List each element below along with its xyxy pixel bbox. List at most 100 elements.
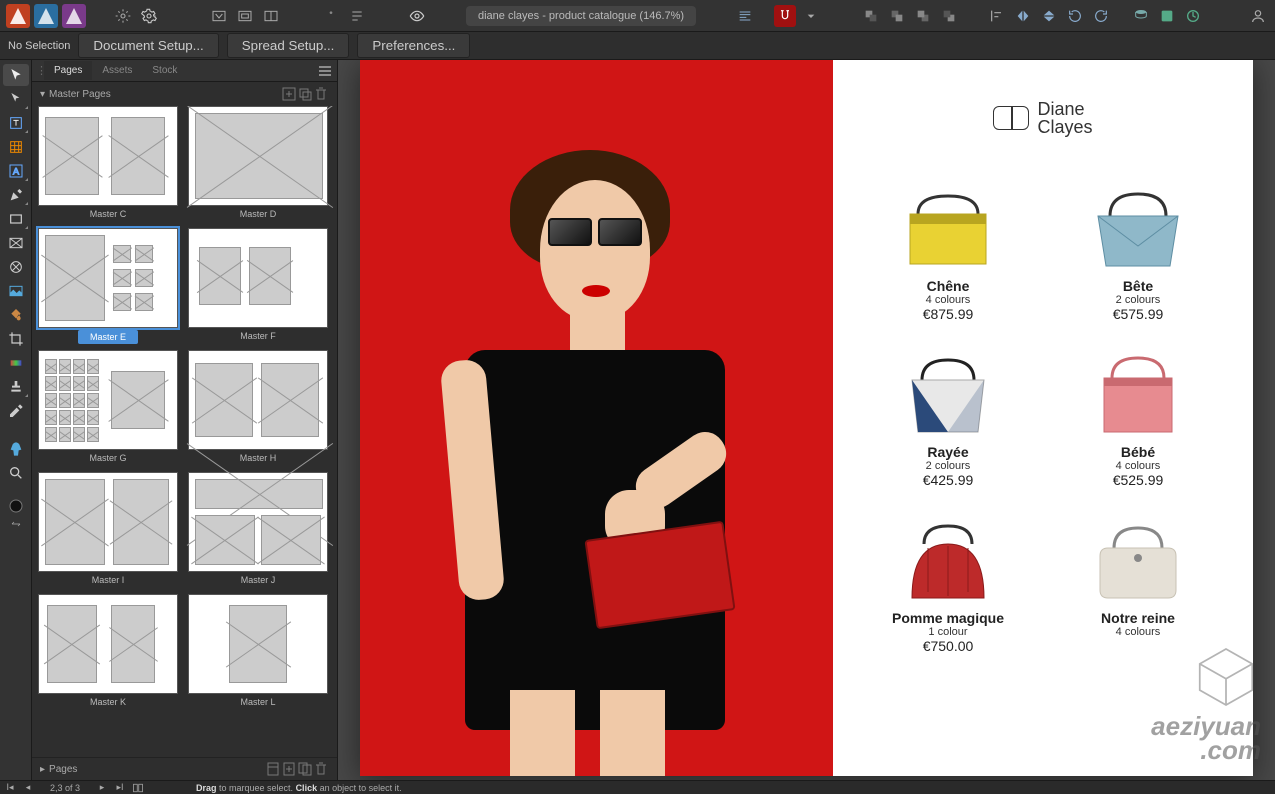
vector-crop-tool-icon[interactable] bbox=[3, 328, 29, 350]
master-thumbnail[interactable] bbox=[188, 472, 328, 572]
color-picker-tool-icon[interactable] bbox=[3, 400, 29, 422]
account-icon[interactable] bbox=[1247, 5, 1269, 27]
document-setup-button[interactable]: Document Setup... bbox=[78, 33, 218, 58]
page-left[interactable] bbox=[360, 60, 833, 776]
transparency-tool-icon[interactable] bbox=[3, 352, 29, 374]
rotate-ccw-icon[interactable] bbox=[1064, 5, 1086, 27]
tab-stock[interactable]: Stock bbox=[142, 61, 187, 80]
product-item: Rayée 2 colours €425.99 bbox=[863, 332, 1033, 488]
move-tool-icon[interactable] bbox=[3, 64, 29, 86]
delete-page-icon[interactable] bbox=[313, 761, 329, 777]
pages-section-footer[interactable]: ▸ Pages bbox=[32, 757, 337, 780]
table-tool-icon[interactable] bbox=[3, 136, 29, 158]
master-page-item[interactable]: Master E bbox=[38, 228, 178, 344]
preferences-button[interactable]: Preferences... bbox=[357, 33, 470, 58]
product-colours: 1 colour bbox=[863, 626, 1033, 638]
affinity-publisher-icon[interactable] bbox=[6, 4, 30, 28]
master-page-item[interactable]: Master F bbox=[188, 228, 328, 344]
preview-mode-icon[interactable] bbox=[406, 5, 428, 27]
arrange-front-icon[interactable] bbox=[938, 5, 960, 27]
add-page-icon[interactable] bbox=[281, 761, 297, 777]
align-left-icon[interactable] bbox=[986, 5, 1008, 27]
sync-icon[interactable] bbox=[1182, 5, 1204, 27]
spread-view-icon[interactable] bbox=[132, 782, 144, 794]
add-master-icon[interactable] bbox=[281, 86, 297, 102]
master-page-item[interactable]: Master L bbox=[188, 594, 328, 710]
paragraph-panel-icon[interactable] bbox=[734, 5, 756, 27]
picture-frame-rect-tool-icon[interactable] bbox=[3, 232, 29, 254]
panel-menu-icon[interactable] bbox=[317, 63, 333, 79]
master-pages-header[interactable]: ▾ Master Pages bbox=[32, 82, 337, 106]
status-bar: I◂ ◂ 2,3 of 3 ▸ ▸I Drag to marquee selec… bbox=[0, 780, 1275, 794]
first-page-icon[interactable]: I◂ bbox=[4, 782, 16, 794]
master-page-item[interactable]: Master H bbox=[188, 350, 328, 466]
fill-tool-icon[interactable] bbox=[3, 304, 29, 326]
prev-page-icon[interactable]: ◂ bbox=[22, 782, 34, 794]
affinity-photo-icon[interactable] bbox=[62, 4, 86, 28]
duplicate-page-icon[interactable] bbox=[297, 761, 313, 777]
arrange-back-icon[interactable] bbox=[860, 5, 882, 27]
last-page-icon[interactable]: ▸I bbox=[114, 782, 126, 794]
snapping-options-icon[interactable] bbox=[800, 5, 822, 27]
node-tool-icon[interactable] bbox=[3, 88, 29, 110]
tab-assets[interactable]: Assets bbox=[92, 61, 142, 80]
stamp-tool-icon[interactable] bbox=[3, 376, 29, 398]
resource-manager-icon[interactable] bbox=[1130, 5, 1152, 27]
master-thumbnail[interactable] bbox=[188, 106, 328, 206]
master-page-item[interactable]: Master I bbox=[38, 472, 178, 588]
place-image-tool-icon[interactable] bbox=[3, 280, 29, 302]
baseline-grid-icon[interactable] bbox=[320, 5, 342, 27]
flip-horizontal-icon[interactable] bbox=[1012, 5, 1034, 27]
rotate-cw-icon[interactable] bbox=[1090, 5, 1112, 27]
flip-vertical-icon[interactable] bbox=[1038, 5, 1060, 27]
picture-frame-ellipse-tool-icon[interactable] bbox=[3, 256, 29, 278]
page-right[interactable]: Diane Clayes Chêne 4 colours €875.99 Bêt… bbox=[833, 60, 1253, 776]
text-frame-tool-icon[interactable] bbox=[3, 112, 29, 134]
canvas[interactable]: Diane Clayes Chêne 4 colours €875.99 Bêt… bbox=[338, 60, 1275, 780]
master-thumbnail[interactable] bbox=[188, 228, 328, 328]
preferences-icon[interactable] bbox=[112, 5, 134, 27]
pen-tool-icon[interactable] bbox=[3, 184, 29, 206]
settings-icon[interactable] bbox=[138, 5, 160, 27]
duplicate-master-icon[interactable] bbox=[297, 86, 313, 102]
document-title[interactable]: diane clayes - product catalogue (146.7%… bbox=[466, 6, 696, 26]
delete-master-icon[interactable] bbox=[313, 86, 329, 102]
arrange-forward-icon[interactable] bbox=[912, 5, 934, 27]
rectangle-tool-icon[interactable] bbox=[3, 208, 29, 230]
swatch-fill-icon[interactable] bbox=[3, 496, 29, 516]
zoom-tool-icon[interactable] bbox=[3, 462, 29, 484]
bag-icon bbox=[888, 498, 1008, 608]
master-page-item[interactable]: Master C bbox=[38, 106, 178, 222]
arrange-backward-icon[interactable] bbox=[886, 5, 908, 27]
snapping-toggle-icon[interactable] bbox=[774, 5, 796, 27]
swatch-swap-icon[interactable] bbox=[3, 518, 29, 530]
master-thumbnail[interactable] bbox=[188, 594, 328, 694]
find-in-preflight-icon[interactable] bbox=[265, 761, 281, 777]
master-page-item[interactable]: Master G bbox=[38, 350, 178, 466]
master-page-item[interactable]: Master D bbox=[188, 106, 328, 222]
spread-setup-button[interactable]: Spread Setup... bbox=[227, 33, 350, 58]
master-thumbnail[interactable] bbox=[188, 350, 328, 450]
view-mode-normal-icon[interactable] bbox=[208, 5, 230, 27]
preflight-icon[interactable] bbox=[1156, 5, 1178, 27]
master-thumbnail[interactable] bbox=[38, 472, 178, 572]
next-page-icon[interactable]: ▸ bbox=[96, 782, 108, 794]
view-mode-split-icon[interactable] bbox=[260, 5, 282, 27]
master-thumbnail[interactable] bbox=[38, 350, 178, 450]
artistic-text-tool-icon[interactable]: A bbox=[3, 160, 29, 182]
master-page-item[interactable]: Master J bbox=[188, 472, 328, 588]
text-flow-icon[interactable] bbox=[346, 5, 368, 27]
master-page-item[interactable]: Master K bbox=[38, 594, 178, 710]
tab-pages[interactable]: Pages bbox=[44, 61, 92, 80]
svg-text:A: A bbox=[12, 166, 19, 176]
product-item: Notre reine 4 colours bbox=[1053, 498, 1223, 654]
master-thumbnail[interactable] bbox=[38, 594, 178, 694]
master-thumbnail[interactable] bbox=[38, 228, 178, 328]
master-thumbnail[interactable] bbox=[38, 106, 178, 206]
view-mode-clip-icon[interactable] bbox=[234, 5, 256, 27]
affinity-designer-icon[interactable] bbox=[34, 4, 58, 28]
product-colours: 4 colours bbox=[1053, 626, 1223, 638]
pages-section-label: Pages bbox=[49, 764, 265, 775]
document-spread[interactable]: Diane Clayes Chêne 4 colours €875.99 Bêt… bbox=[360, 60, 1253, 776]
view-tool-icon[interactable] bbox=[3, 438, 29, 460]
